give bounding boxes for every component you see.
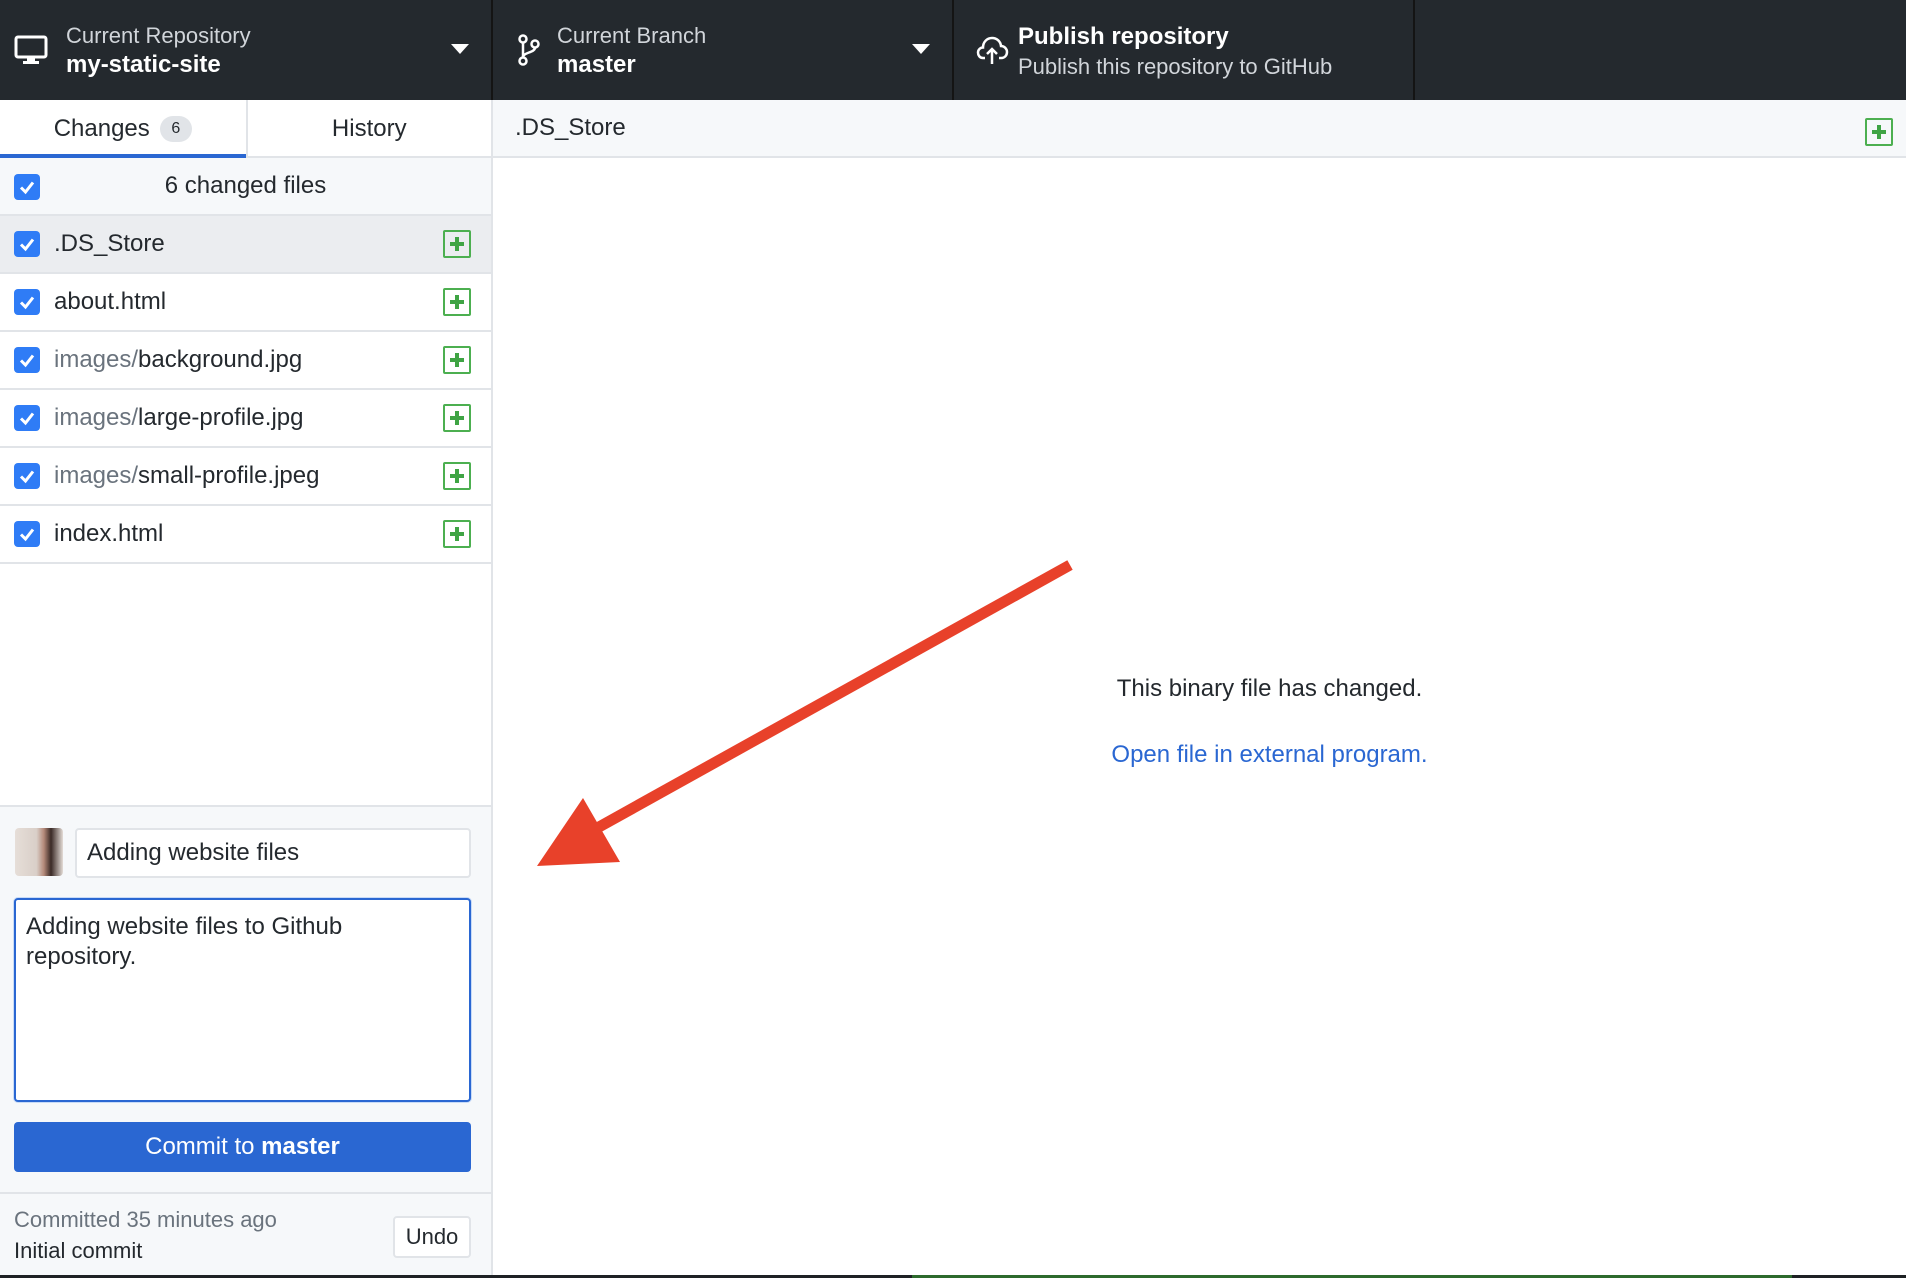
file-path: images/large-profile.jpg [54, 404, 303, 432]
file-path: about.html [54, 288, 166, 316]
tab-changes-label: Changes [53, 115, 150, 142]
publish-text: Publish repository Publish this reposito… [1018, 22, 1332, 82]
repository-name: my-static-site [66, 51, 221, 78]
file-checkbox[interactable] [14, 231, 40, 257]
toolbar: Current Repository my-static-site Curren… [0, 0, 1906, 100]
repository-label: Current Repository [66, 23, 251, 48]
changed-files-header: 6 changed files [0, 158, 491, 216]
file-checkbox[interactable] [14, 521, 40, 547]
file-directory: images/ [54, 346, 139, 373]
repository-text: Current Repository my-static-site [66, 22, 251, 80]
branch-label: Current Branch [557, 23, 707, 48]
avatar [15, 828, 63, 876]
file-list-item[interactable]: index.html [0, 506, 491, 564]
file-name: about.html [54, 288, 167, 315]
current-branch-dropdown[interactable]: Current Branch master [493, 0, 954, 100]
file-path: images/small-profile.jpeg [54, 462, 319, 490]
select-all-checkbox[interactable] [14, 174, 40, 200]
file-list-item[interactable]: images/large-profile.jpg [0, 390, 491, 448]
file-added-icon [443, 462, 471, 490]
file-added-icon [443, 230, 471, 258]
file-name: small-profile.jpeg [138, 462, 320, 489]
undo-button[interactable]: Undo [393, 1216, 471, 1258]
file-directory: images/ [54, 404, 139, 431]
last-commit-time: Committed 35 minutes ago [14, 1207, 277, 1232]
commit-button-prefix: Commit to [145, 1133, 262, 1160]
publish-repository-button[interactable]: Publish repository Publish this reposito… [954, 0, 1415, 100]
file-added-icon [1865, 118, 1893, 146]
file-added-icon [443, 520, 471, 548]
branch-text: Current Branch master [557, 22, 706, 80]
diff-header: .DS_Store [493, 100, 1906, 158]
changed-files-count: 6 changed files [164, 172, 327, 199]
file-added-icon [443, 288, 471, 316]
commit-summary-input[interactable] [75, 828, 471, 878]
file-name: large-profile.jpg [138, 404, 304, 431]
tab-history-label: History [331, 115, 407, 142]
branch-name: master [557, 51, 636, 78]
diff-file-name: .DS_Store [515, 114, 626, 141]
last-commit-message: Initial commit [14, 1238, 143, 1263]
commit-button[interactable]: Commit to master [14, 1122, 471, 1172]
cloud-upload-icon [976, 36, 1009, 64]
current-repository-dropdown[interactable]: Current Repository my-static-site [0, 0, 493, 100]
file-list: .DS_Store about.html images/background.j… [0, 216, 491, 564]
binary-file-message: This binary file has changed. [1116, 675, 1423, 702]
file-path: index.html [54, 520, 163, 548]
caret-down-icon [451, 44, 469, 54]
file-name: .DS_Store [54, 230, 165, 257]
publish-description: Publish this repository to GitHub [1018, 54, 1333, 79]
checkmark-icon [19, 181, 35, 195]
checkmark-icon [19, 354, 35, 368]
desktop-icon [14, 35, 48, 64]
git-branch-icon [518, 34, 540, 66]
sidebar: Changes 6 History 6 changed files .DS_St… [0, 100, 493, 1275]
checkmark-icon [19, 238, 35, 252]
diff-view: This binary file has changed. Open file … [493, 160, 1906, 1275]
file-added-icon [443, 404, 471, 432]
file-name: background.jpg [138, 346, 303, 373]
open-external-link[interactable]: Open file in external program. [1042, 741, 1497, 769]
file-list-item[interactable]: .DS_Store [0, 216, 491, 274]
file-added-icon [443, 346, 471, 374]
file-list-item[interactable]: images/background.jpg [0, 332, 491, 390]
file-list-item[interactable]: about.html [0, 274, 491, 332]
checkmark-icon [19, 528, 35, 542]
file-directory: images/ [54, 462, 139, 489]
commit-description-input[interactable]: Adding website files to Github repositor… [14, 898, 471, 1102]
changes-count-badge: 6 [159, 116, 192, 142]
file-name: index.html [54, 520, 164, 547]
file-path: .DS_Store [54, 230, 165, 258]
file-checkbox[interactable] [14, 289, 40, 315]
checkmark-icon [19, 412, 35, 426]
file-checkbox[interactable] [14, 463, 40, 489]
publish-title: Publish repository [1018, 23, 1229, 50]
tab-changes[interactable]: Changes 6 [0, 100, 246, 160]
checkmark-icon [19, 470, 35, 484]
file-list-item[interactable]: images/small-profile.jpeg [0, 448, 491, 506]
tab-history[interactable]: History [245, 100, 492, 158]
last-commit-panel: Committed 35 minutes ago Initial commit … [0, 1192, 491, 1277]
file-path: images/background.jpg [54, 346, 302, 374]
checkmark-icon [19, 296, 35, 310]
commit-form: Adding website files to Github repositor… [0, 805, 491, 1275]
sidebar-tabs: Changes 6 History [0, 100, 492, 160]
file-checkbox[interactable] [14, 347, 40, 373]
caret-down-icon [912, 44, 930, 54]
commit-button-branch: master [261, 1133, 340, 1160]
file-checkbox[interactable] [14, 405, 40, 431]
